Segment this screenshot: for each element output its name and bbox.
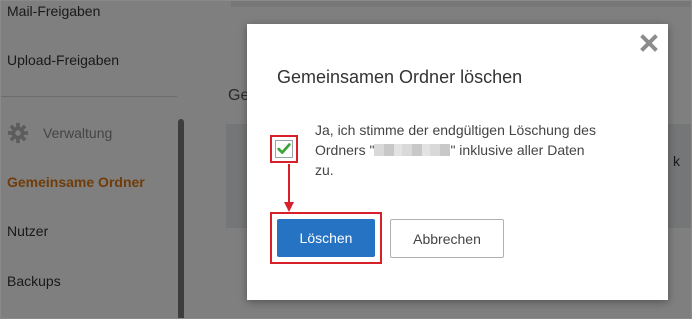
- delete-folder-dialog: Gemeinsamen Ordner löschen Ja, ich stimm…: [247, 24, 668, 300]
- app-window: Mail-Freigaben Upload-Freigaben Verwaltu: [0, 0, 692, 319]
- annotation-arrow-icon: [284, 164, 294, 212]
- delete-button[interactable]: Löschen: [277, 219, 375, 257]
- confirm-checkbox[interactable]: [275, 140, 293, 158]
- redacted-folder-name: [374, 144, 451, 156]
- dialog-title: Gemeinsamen Ordner löschen: [277, 67, 523, 87]
- checkmark-icon: [277, 143, 291, 154]
- confirm-text[interactable]: Ja, ich stimme der endgültigen Löschung …: [315, 120, 605, 180]
- close-icon[interactable]: [640, 34, 658, 52]
- cancel-button[interactable]: Abbrechen: [390, 219, 504, 258]
